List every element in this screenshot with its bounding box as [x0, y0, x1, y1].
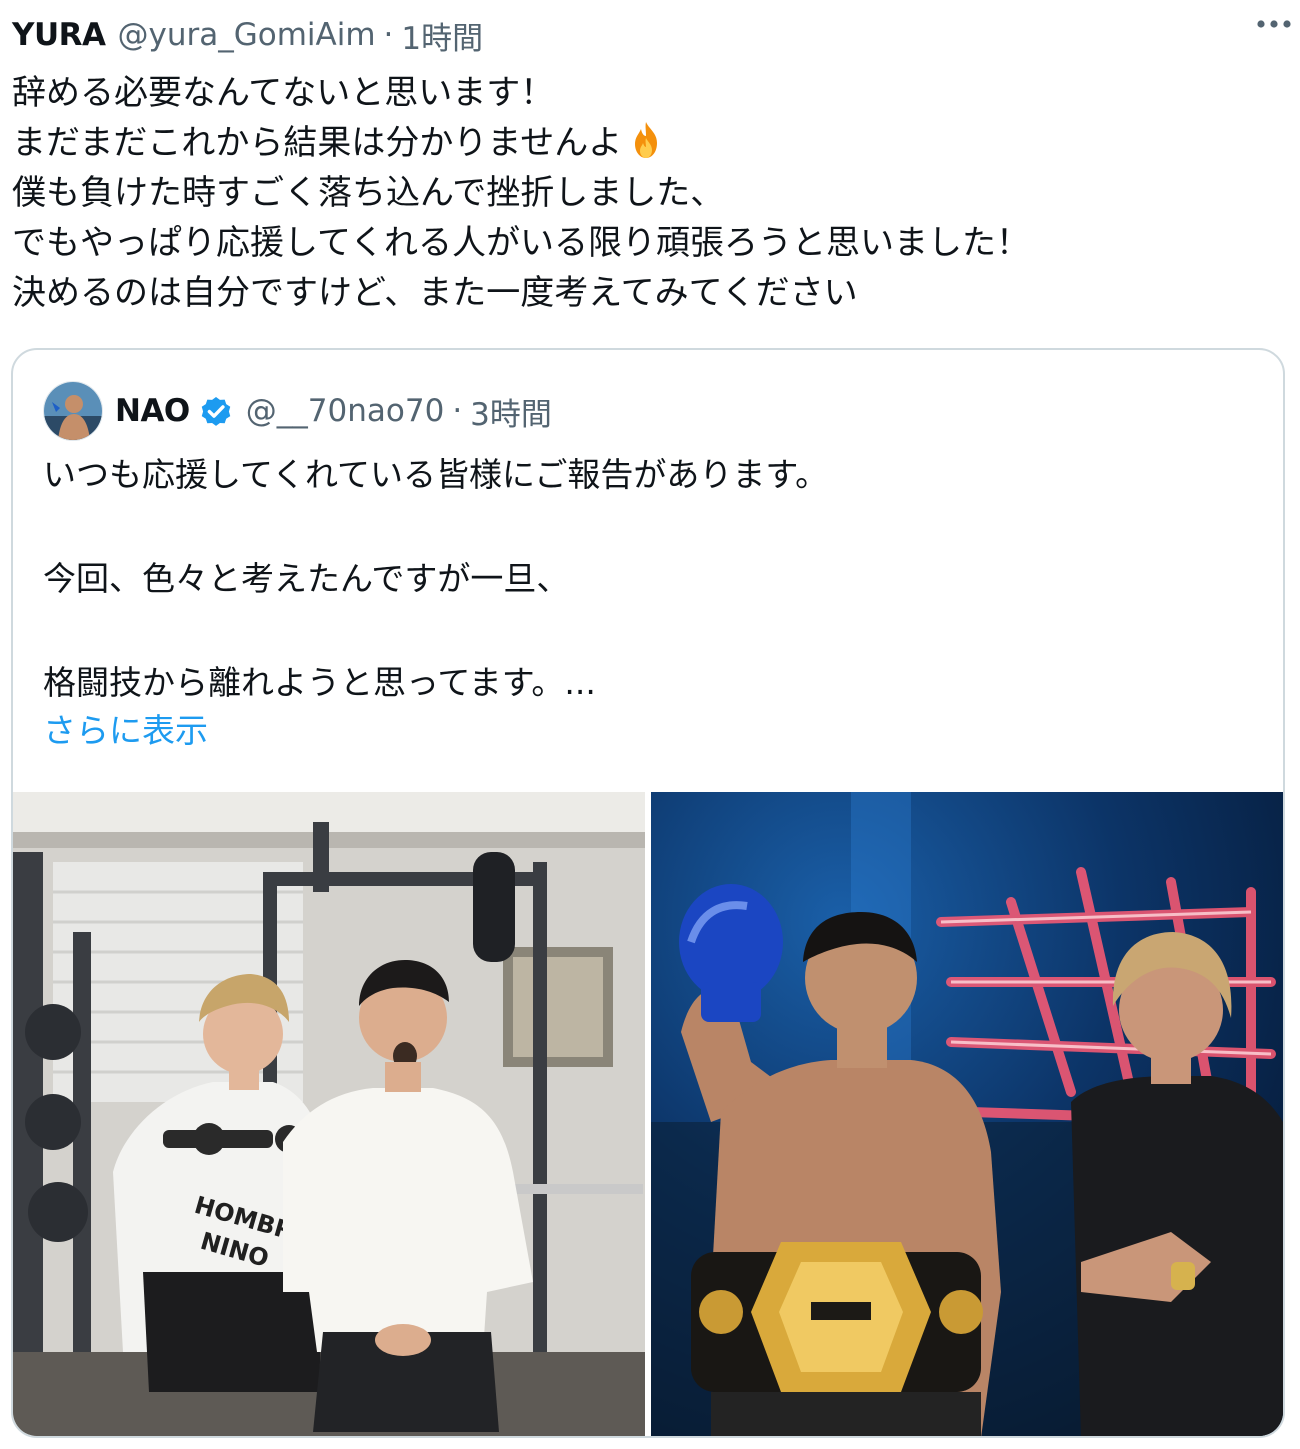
tweet-line: でもやっぱり応援してくれる人がいる限り頑張ろうと思いました！ — [12, 223, 1030, 263]
media-photo-gym[interactable]: HOMBRE NINO — [13, 792, 645, 1436]
quoted-tweet-card[interactable]: NAO @__70nao70 · 3時間 いつも応援してくれている皆様にご報告が… — [11, 348, 1285, 1438]
quoted-tweet-line: 格闘技から離れようと思ってます。... — [43, 663, 596, 702]
quoted-author-avatar[interactable] — [43, 381, 103, 441]
separator: · — [383, 17, 394, 53]
tweet-line: 辞める必要なんてないと思います！ — [12, 73, 555, 113]
author-name[interactable]: YURA — [12, 17, 106, 53]
quoted-tweet-header: NAO @__70nao70 · 3時間 — [43, 380, 552, 442]
quoted-author-handle[interactable]: @__70nao70 — [246, 393, 445, 429]
quoted-tweet-body: いつも応援してくれている皆様にご報告があります。 今回、色々と考えたんですが一旦… — [43, 450, 1253, 708]
media-grid: HOMBRE NINO — [13, 792, 1283, 1436]
fire-icon — [635, 122, 658, 158]
show-more-link[interactable]: さらに表示 — [43, 704, 208, 752]
more-horizontal-icon — [1257, 20, 1291, 28]
media-photo-belt[interactable] — [651, 792, 1283, 1436]
author-handle[interactable]: @yura_GomiAim — [117, 17, 375, 53]
quoted-tweet-line: 今回、色々と考えたんですが一旦、 — [43, 559, 570, 598]
tweet-line-text: まだまだこれから結果は分かりませんよ — [12, 123, 623, 163]
more-options-button[interactable] — [1254, 4, 1294, 44]
quoted-tweet-timestamp[interactable]: 3時間 — [470, 389, 552, 434]
tweet-line: 僕も負けた時すごく落ち込んで挫折しました、 — [12, 173, 725, 213]
quoted-tweet-line: いつも応援してくれている皆様にご報告があります。 — [43, 455, 829, 494]
separator: · — [452, 393, 463, 429]
tweet-line: まだまだこれから結果は分かりませんよ — [12, 118, 1282, 168]
quoted-author-name[interactable]: NAO — [115, 393, 190, 429]
tweet-body: 辞める必要なんてないと思います！ まだまだこれから結果は分かりませんよ 僕も負け… — [12, 68, 1282, 318]
verified-badge-icon — [201, 397, 231, 426]
tweet-header: YURA @yura_GomiAim · 1時間 — [12, 12, 1288, 58]
tweet-timestamp[interactable]: 1時間 — [401, 13, 483, 58]
tweet-line: 決めるのは自分ですけど、また一度考えてみてください — [12, 273, 858, 313]
